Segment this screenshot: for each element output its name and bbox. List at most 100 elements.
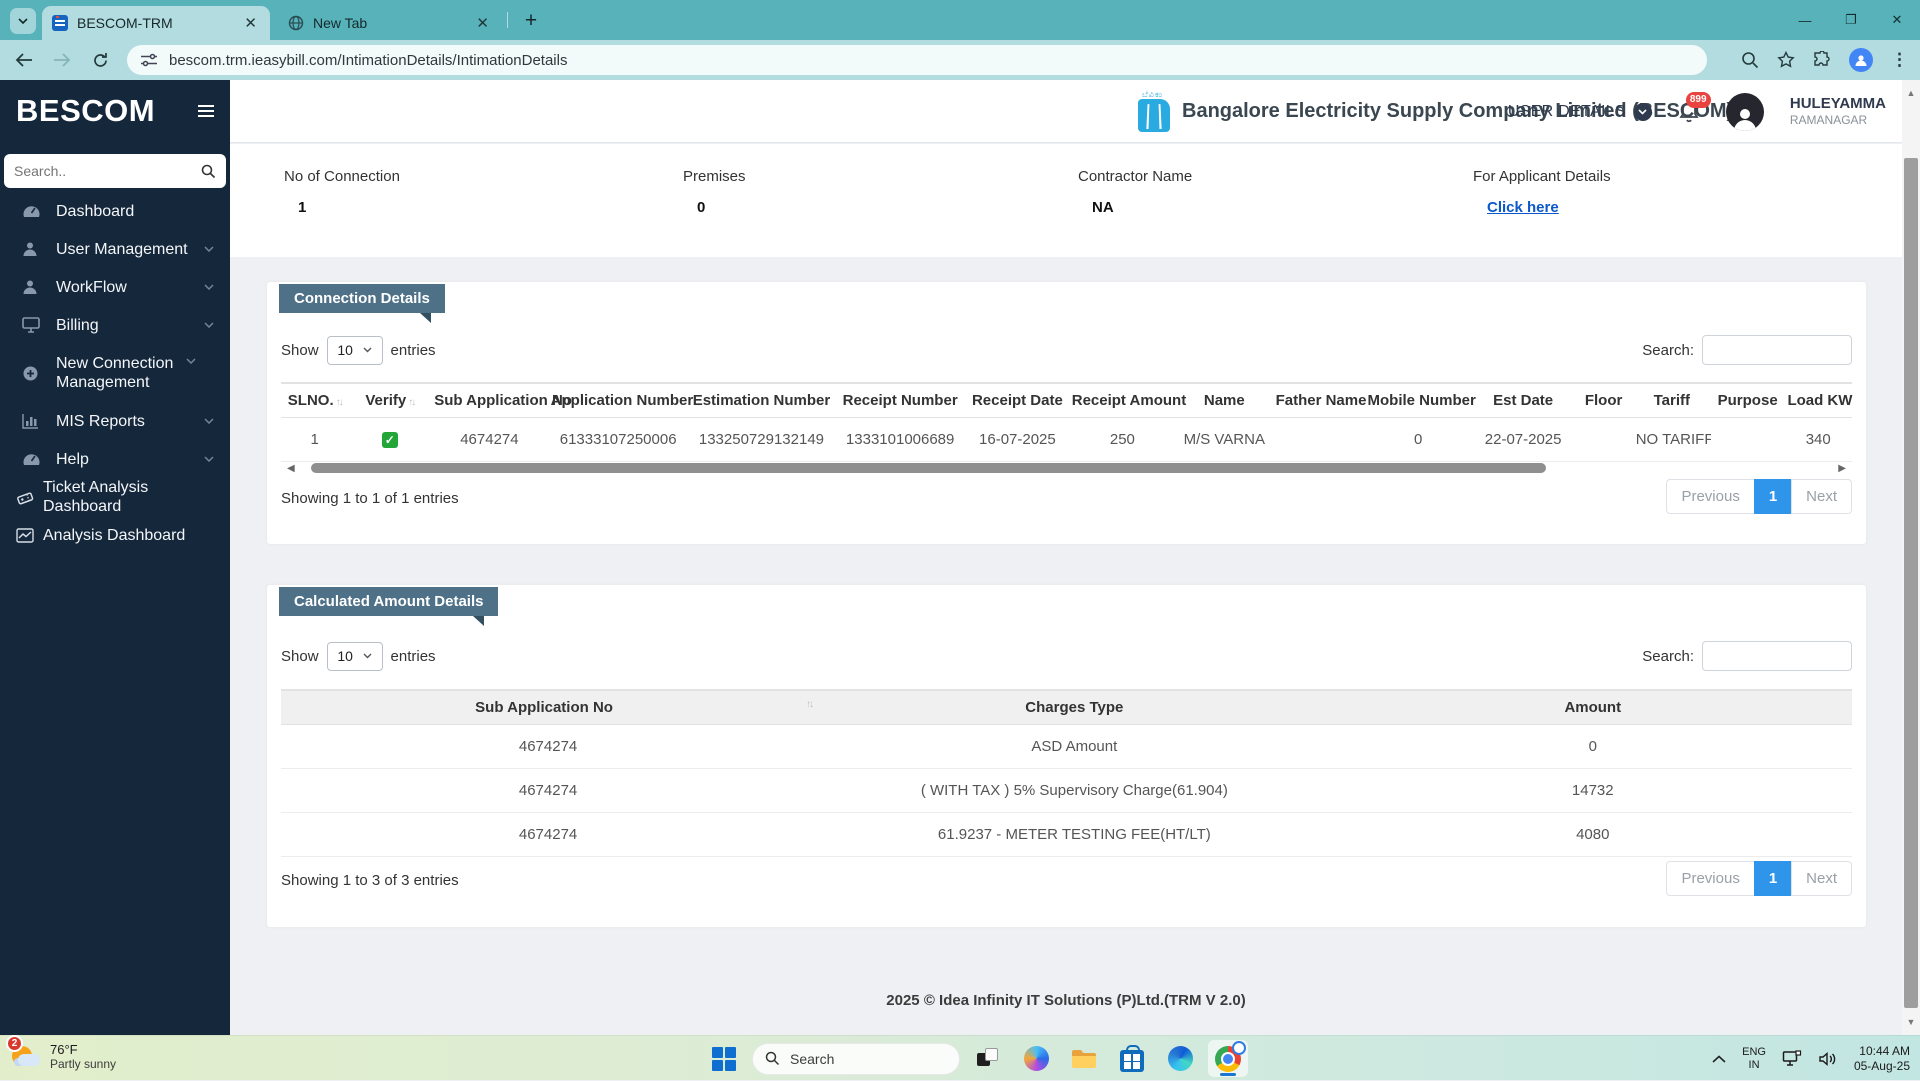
table-row: 1 ✓ 4674274 61333107250006 1332507291321…	[281, 417, 1852, 462]
time: 10:44 AM	[1859, 1043, 1910, 1058]
tab-close-icon[interactable]: ✕	[241, 14, 260, 32]
back-button[interactable]	[12, 48, 36, 72]
field-label: Premises	[683, 168, 746, 185]
sidebar-item-workflow[interactable]: WorkFlow	[0, 268, 230, 306]
scroll-right-arrow[interactable]: ▶	[1838, 463, 1846, 474]
hamburger-menu-icon[interactable]	[198, 102, 214, 120]
calculated-amount-card: Calculated Amount Details Show 10 entrie…	[267, 585, 1866, 927]
sidebar-item-billing[interactable]: Billing	[0, 306, 230, 344]
browser-profile-avatar[interactable]	[1849, 48, 1873, 72]
bookmark-star-icon[interactable]	[1777, 51, 1795, 69]
brand-logo-text: BESCOM	[16, 93, 156, 128]
task-view-button[interactable]	[968, 1040, 1008, 1077]
scroll-down-arrow[interactable]: ▼	[1902, 1017, 1920, 1027]
edge-button[interactable]	[1160, 1040, 1200, 1077]
scroll-left-arrow[interactable]: ◀	[287, 463, 295, 474]
reload-button[interactable]	[88, 48, 112, 72]
show-label: Show	[281, 647, 319, 665]
bescom-logo: ಬೆವಿಕಂ	[1138, 90, 1170, 132]
new-tab-button[interactable]: +	[518, 8, 544, 34]
vertical-scrollbar-thumb[interactable]	[1904, 158, 1918, 1008]
page-number-button[interactable]: 1	[1753, 861, 1793, 896]
connection-search-input[interactable]	[1702, 335, 1852, 365]
window-close-button[interactable]: ✕	[1874, 0, 1920, 40]
hidden-icons-chevron[interactable]	[1712, 1054, 1726, 1063]
tab-search-button[interactable]	[10, 8, 36, 34]
lens-search-icon[interactable]	[1741, 51, 1759, 69]
microsoft-store-button[interactable]	[1112, 1040, 1152, 1077]
sidebar-search-input[interactable]	[14, 163, 201, 179]
verify-checkbox[interactable]: ✓	[381, 432, 398, 448]
site-settings-icon[interactable]	[141, 53, 157, 67]
ticket-icon	[16, 490, 36, 505]
network-icon[interactable]	[1782, 1049, 1802, 1068]
table-info: Showing 1 to 3 of 3 entries	[281, 872, 459, 889]
address-bar[interactable]: bescom.trm.ieasybill.com/IntimationDetai…	[127, 45, 1707, 75]
page-size-select[interactable]: 10	[326, 335, 383, 365]
gauge-icon	[22, 203, 42, 219]
window-maximize-button[interactable]: ❐	[1828, 0, 1874, 40]
sidebar-item-dashboard[interactable]: Dashboard	[0, 192, 230, 230]
connection-details-card: Connection Details Show 10 entries Searc…	[267, 282, 1866, 544]
file-explorer-button[interactable]	[1064, 1040, 1104, 1077]
page-size-select[interactable]: 10	[326, 641, 383, 671]
field-value: 1	[298, 199, 307, 216]
sidebar-item-new-connection-management[interactable]: New Connection Management	[0, 344, 230, 402]
weather-temp: 76°F	[50, 1041, 78, 1057]
table-header-row: Sub Application No ↑↓ Charges Type Amount	[281, 689, 1852, 725]
folder-icon	[1072, 1049, 1096, 1068]
sort-icon: ↑↓	[335, 397, 344, 408]
language-indicator[interactable]: ENG IN	[1742, 1046, 1766, 1072]
browser-tabstrip: BESCOM-TRM ✕ New Tab ✕ + — ❐ ✕	[0, 0, 1920, 40]
search-icon[interactable]	[201, 164, 216, 179]
user-icon	[22, 279, 42, 295]
app-header: ಬೆವಿಕಂ Bangalore Electricity Supply Comp…	[230, 80, 1902, 143]
tab-bescom-trm[interactable]: BESCOM-TRM ✕	[42, 6, 270, 40]
sidebar-search[interactable]	[4, 154, 226, 188]
notifications-bell[interactable]: 899	[1678, 91, 1711, 124]
taskbar-search[interactable]: Search	[752, 1042, 960, 1075]
vertical-scrollbar[interactable]: ▲ ▼	[1902, 80, 1920, 1035]
copilot-button[interactable]	[1016, 1040, 1056, 1077]
sidebar-item-analysis-dashboard[interactable]: Analysis Dashboard	[0, 516, 230, 554]
chevron-down-icon	[204, 418, 214, 424]
calculated-table: Sub Application No ↑↓ Charges Type Amount…	[281, 689, 1852, 857]
field-label: Contractor Name	[1078, 168, 1193, 185]
chevron-down-icon	[204, 456, 214, 462]
date: 05-Aug-25	[1853, 1058, 1910, 1073]
click-here-link[interactable]: Click here	[1487, 199, 1559, 216]
start-button[interactable]	[704, 1040, 744, 1077]
extensions-puzzle-icon[interactable]	[1813, 51, 1831, 69]
chrome-button[interactable]	[1208, 1040, 1248, 1077]
tab-new-tab[interactable]: New Tab ✕	[278, 6, 502, 40]
chevron-down-icon	[204, 284, 214, 290]
sidebar: BESCOM Dashboard User Management WorkFlo…	[0, 80, 230, 1035]
previous-page-button[interactable]: Previous	[1666, 861, 1755, 896]
calculated-search-input[interactable]	[1702, 641, 1852, 671]
sidebar-item-help[interactable]: Help	[0, 440, 230, 478]
user-region: RAMANAGAR	[1789, 112, 1868, 127]
next-page-button[interactable]: Next	[1791, 479, 1852, 514]
volume-icon[interactable]	[1818, 1051, 1838, 1067]
user-details-dropdown[interactable]: USER DETAILS	[1508, 102, 1652, 121]
show-label: Show	[281, 341, 319, 359]
page-number-button[interactable]: 1	[1753, 479, 1793, 514]
sidebar-item-mis-reports[interactable]: MIS Reports	[0, 402, 230, 440]
globe-icon	[288, 15, 304, 31]
user-avatar[interactable]	[1725, 92, 1764, 131]
next-page-button[interactable]: Next	[1791, 861, 1852, 896]
scroll-up-arrow[interactable]: ▲	[1902, 88, 1920, 98]
tab-close-icon[interactable]: ✕	[473, 14, 492, 32]
sidebar-item-user-management[interactable]: User Management	[0, 230, 230, 268]
sidebar-item-ticket-analysis-dashboard[interactable]: Ticket Analysis Dashboard	[0, 478, 230, 516]
clock[interactable]: 10:44 AM 05-Aug-25	[1854, 1044, 1910, 1074]
forward-button[interactable]	[50, 48, 74, 72]
browser-menu-icon[interactable]: ⋮	[1891, 50, 1908, 70]
horizontal-scrollbar-thumb[interactable]	[311, 463, 1546, 473]
previous-page-button[interactable]: Previous	[1666, 479, 1755, 514]
chevron-down-icon	[363, 653, 372, 659]
bar-chart-icon	[22, 413, 42, 429]
horizontal-scrollbar[interactable]: ◀ ▶	[281, 462, 1852, 474]
window-minimize-button[interactable]: —	[1782, 0, 1828, 40]
weather-widget[interactable]: 2 76°F Partly sunny	[6, 1035, 116, 1072]
